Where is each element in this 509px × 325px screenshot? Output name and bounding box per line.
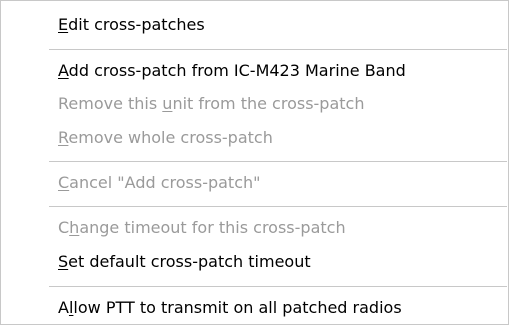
access-key: S	[58, 252, 69, 271]
menu-item-cancel-add-cross-patch: Cancel "Add cross-patch"	[58, 173, 261, 192]
access-key: h	[69, 218, 80, 237]
menu-separator	[49, 286, 507, 287]
access-key: R	[58, 128, 69, 147]
menu-item-remove-unit: Remove this unit from the cross-patch	[58, 94, 365, 113]
menu-item-add-cross-patch[interactable]: Add cross-patch from IC-M423 Marine Band	[58, 61, 406, 81]
context-menu: Edit cross-patches Add cross-patch from …	[0, 0, 509, 325]
menu-item-allow-ptt-transmit[interactable]: Allow PTT to transmit on all patched rad…	[58, 298, 402, 318]
access-key: u	[162, 94, 173, 113]
access-key: A	[58, 61, 69, 80]
access-key: E	[58, 15, 69, 34]
menu-item-change-timeout: Change timeout for this cross-patch	[58, 218, 346, 237]
menu-item-set-default-timeout[interactable]: Set default cross-patch timeout	[58, 252, 311, 272]
menu-item-remove-whole-cross-patch: Remove whole cross-patch	[58, 128, 273, 147]
menu-item-edit-cross-patches[interactable]: Edit cross-patches	[58, 15, 205, 35]
menu-separator	[49, 161, 507, 162]
access-key: C	[58, 173, 70, 192]
menu-separator	[49, 206, 507, 207]
menu-separator	[49, 49, 507, 50]
